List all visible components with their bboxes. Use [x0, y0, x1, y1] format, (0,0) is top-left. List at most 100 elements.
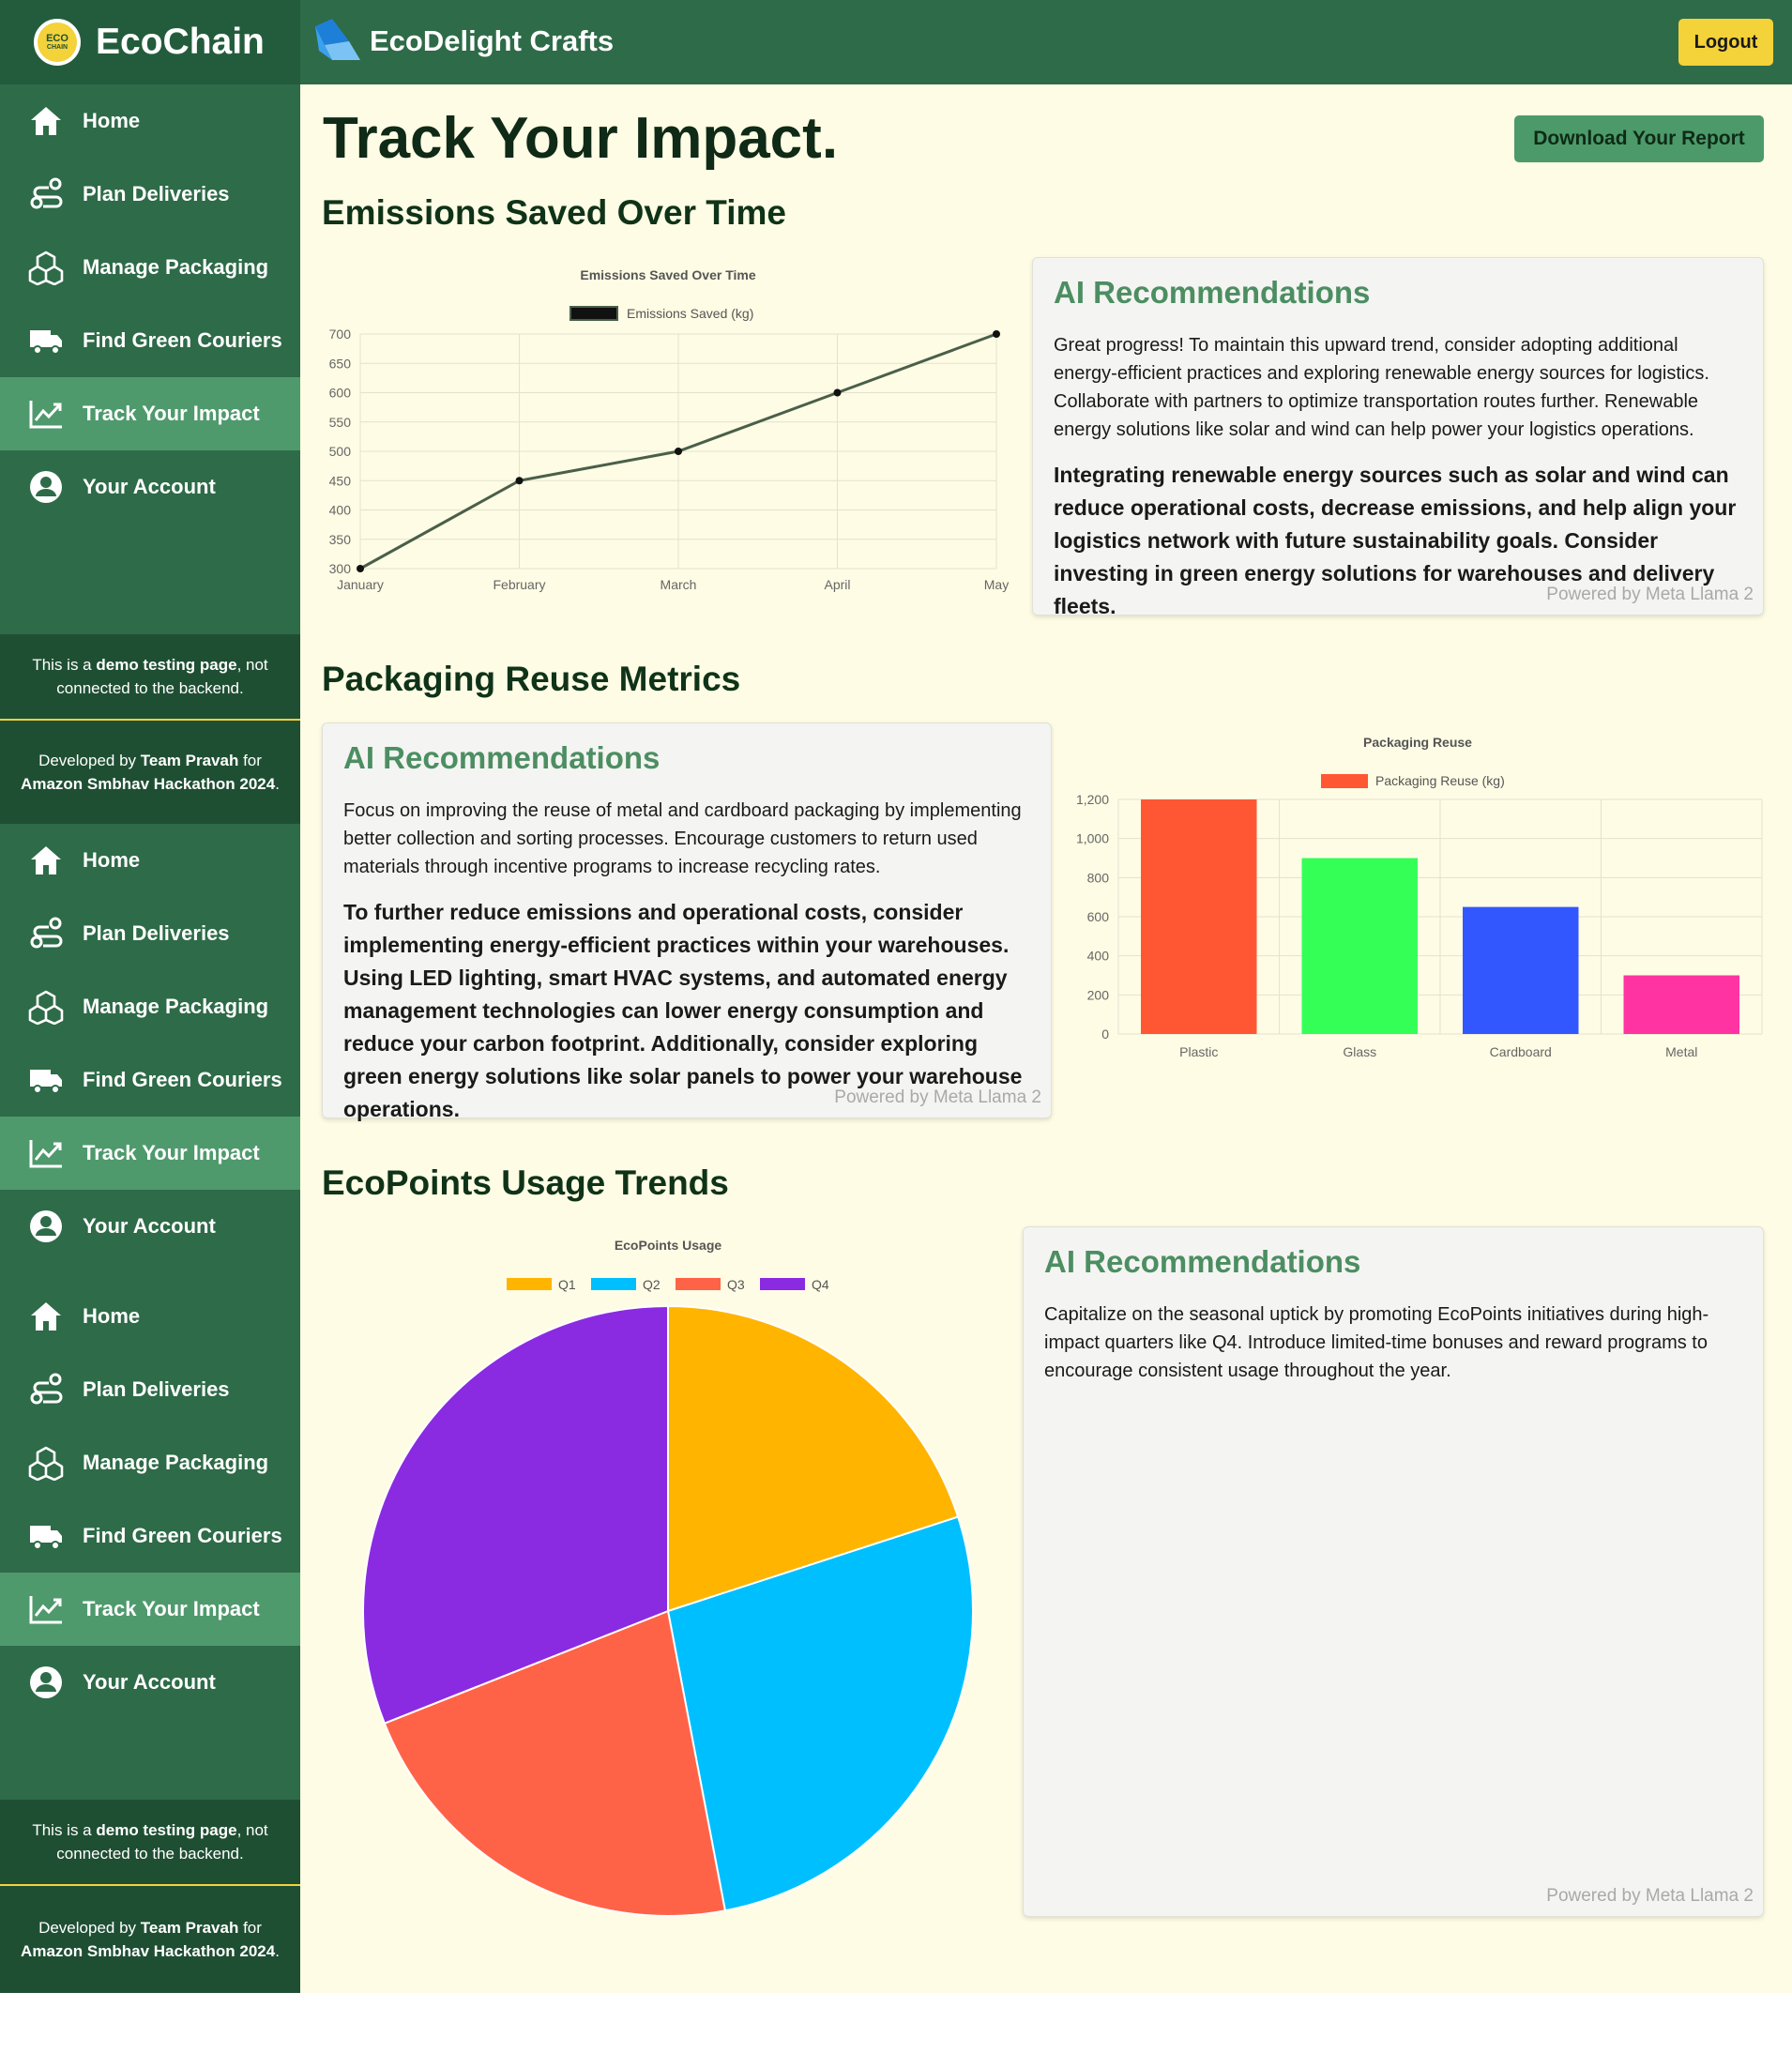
home-icon [31, 1302, 61, 1331]
sidebar-item-find-green-couriers[interactable]: Find Green Couriers [0, 304, 300, 377]
bar [1463, 906, 1579, 1034]
sidebar-item-find-green-couriers[interactable]: Find Green Couriers [0, 1043, 300, 1117]
x-tick-label: April [824, 577, 850, 592]
x-tick-label: Plastic [1179, 1044, 1218, 1059]
sidebar-item-label: Your Account [83, 475, 216, 498]
sidebar-item-track-your-impact[interactable]: Track Your Impact [0, 377, 300, 450]
ecopoints-pie-chart: EcoPoints Usage Q1 Q2 Q3 Q4 [362, 1238, 974, 1917]
sidebar-item-home[interactable]: Home [0, 84, 300, 158]
x-tick-label: March [661, 577, 697, 592]
sidebar-item-label: Plan Deliveries [83, 1377, 230, 1401]
y-tick-label: 500 [329, 444, 352, 459]
y-tick-label: 350 [329, 532, 352, 547]
x-tick-label: Metal [1665, 1044, 1697, 1059]
ecopoints-section-title: EcoPoints Usage Trends [322, 1163, 729, 1202]
data-point [675, 448, 682, 455]
sidebar-item-label: Your Account [83, 1670, 216, 1694]
brand[interactable]: ECO CHAIN EcoChain [0, 0, 300, 84]
data-point [357, 565, 364, 572]
sidebar-item-home[interactable]: Home [0, 824, 300, 897]
sidebar-item-manage-packaging[interactable]: Manage Packaging [0, 231, 300, 304]
legend-label: Packaging Reuse (kg) [1375, 773, 1505, 788]
data-point [993, 330, 1000, 338]
user-circle-icon [30, 1210, 62, 1242]
sidebar-item-label: Manage Packaging [83, 1451, 269, 1474]
y-tick-label: 300 [329, 561, 352, 576]
download-report-button[interactable]: Download Your Report [1514, 115, 1764, 162]
legend-swatch [569, 306, 618, 321]
sidebar-item-label: Plan Deliveries [83, 921, 230, 945]
x-tick-label: January [337, 577, 384, 592]
ecopoints-ai-card: AI Recommendations Capitalize on the sea… [1023, 1226, 1764, 1917]
legend-label: Q3 [727, 1277, 745, 1292]
legend-swatch [676, 1278, 721, 1290]
sidebar: Home Plan Deliveries Manage Packaging Find … [0, 84, 300, 1993]
sidebar-item-plan-deliveries[interactable]: Plan Deliveries [0, 897, 300, 970]
bar [1623, 975, 1739, 1034]
chart-title: Packaging Reuse [1363, 735, 1472, 750]
home-icon [31, 107, 61, 135]
route-icon [30, 1373, 63, 1405]
x-tick-label: Cardboard [1490, 1044, 1552, 1059]
emissions-ai-card: AI Recommendations Great progress! To ma… [1032, 257, 1764, 618]
boxes-icon [28, 251, 64, 285]
y-tick-label: 600 [1087, 909, 1110, 924]
ai-card-title: AI Recommendations [343, 740, 661, 775]
powered-by-label: Powered by Meta Llama 2 [1546, 585, 1754, 604]
y-tick-label: 550 [329, 415, 352, 430]
sidebar-item-track-your-impact[interactable]: Track Your Impact [0, 1117, 300, 1190]
developer-note: Developed by Team Pravah for Amazon Smbh… [0, 721, 300, 824]
sidebar-item-find-green-couriers[interactable]: Find Green Couriers [0, 1499, 300, 1573]
developer-note-text: Developed by Team Pravah for Amazon Smbh… [21, 752, 280, 793]
sidebar-item-your-account[interactable]: Your Account [0, 450, 300, 524]
sidebar-item-plan-deliveries[interactable]: Plan Deliveries [0, 1353, 300, 1426]
y-tick-label: 800 [1087, 870, 1110, 885]
truck-icon [30, 1070, 62, 1094]
sidebar-item-label: Your Account [83, 1214, 216, 1238]
sidebar-item-your-account[interactable]: Your Account [0, 1646, 300, 1719]
ai-recommendation-text: Focus on improving the reuse of metal an… [343, 800, 1022, 877]
chart-title: EcoPoints Usage [615, 1238, 722, 1253]
legend-label: Emissions Saved (kg) [627, 306, 753, 321]
ai-card-title: AI Recommendations [1054, 275, 1371, 310]
y-tick-label: 200 [1087, 987, 1110, 1002]
developer-note-text: Developed by Team Pravah for Amazon Smbh… [21, 1919, 280, 1960]
legend-label: Q2 [643, 1277, 661, 1292]
chart-line-icon [29, 1140, 62, 1168]
sidebar-nav-repeat: Home Plan Deliveries Manage Packaging Find … [0, 824, 300, 1263]
chart-line-icon [29, 401, 62, 429]
sidebar-item-label: Find Green Couriers [83, 1068, 282, 1091]
sidebar-item-label: Find Green Couriers [83, 328, 282, 352]
powered-by-label: Powered by Meta Llama 2 [1546, 1886, 1754, 1906]
ai-recommendation-text: Capitalize on the seasonal uptick by pro… [1044, 1304, 1709, 1381]
legend-label: Q4 [812, 1277, 829, 1292]
home-icon [31, 846, 61, 874]
sidebar-item-manage-packaging[interactable]: Manage Packaging [0, 1426, 300, 1499]
ecochain-logo: ECO CHAIN [34, 19, 81, 66]
y-tick-label: 600 [329, 386, 352, 401]
chart-title: Emissions Saved Over Time [580, 267, 755, 282]
logout-button[interactable]: Logout [1678, 19, 1773, 66]
sidebar-item-your-account[interactable]: Your Account [0, 1190, 300, 1263]
packaging-bar-chart: Packaging Reuse Packaging Reuse (kg) 0 200 4… [1076, 735, 1763, 1059]
demo-note-text: This is a demo testing page, not connect… [32, 1821, 268, 1863]
sidebar-item-track-your-impact[interactable]: Track Your Impact [0, 1573, 300, 1646]
sidebar-item-label: Home [83, 109, 141, 132]
y-tick-label: 650 [329, 356, 352, 371]
y-tick-label: 400 [1087, 949, 1110, 964]
sidebar-item-home[interactable]: Home [0, 1280, 300, 1353]
y-tick-label: 700 [329, 327, 352, 342]
sidebar-item-plan-deliveries[interactable]: Plan Deliveries [0, 158, 300, 231]
sidebar-nav-repeat-2: Home Plan Deliveries Manage Packaging Find … [0, 1280, 300, 1719]
sidebar-item-manage-packaging[interactable]: Manage Packaging [0, 970, 300, 1043]
boxes-icon [28, 1446, 64, 1481]
sidebar-item-label: Home [83, 848, 141, 872]
packaging-section-title: Packaging Reuse Metrics [322, 660, 741, 698]
packaging-ai-card: AI Recommendations Focus on improving th… [322, 722, 1052, 1121]
x-tick-label: February [493, 577, 545, 592]
legend-swatch [1321, 774, 1368, 788]
company-logo-icon [315, 19, 360, 60]
ai-card-title: AI Recommendations [1044, 1244, 1361, 1279]
legend-swatch [760, 1278, 805, 1290]
brand-name: EcoChain [96, 22, 265, 62]
